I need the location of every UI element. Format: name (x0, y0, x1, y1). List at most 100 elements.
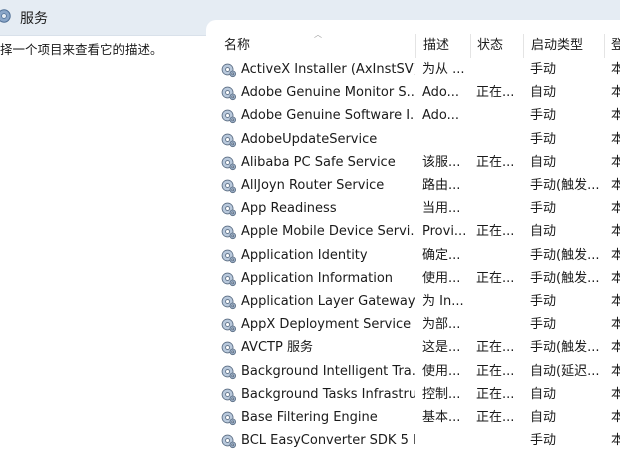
service-startup-type: 手动 (530, 317, 557, 333)
service-logon: 本 (611, 270, 620, 286)
service-row[interactable]: AllJoyn Router Service 路由... 手动(触发... 本 (206, 174, 620, 197)
service-gear-icon (221, 341, 237, 356)
service-logon: 本 (611, 433, 620, 449)
service-logon: 本 (611, 85, 620, 101)
service-startup-type: 自动 (530, 85, 557, 101)
service-status (476, 313, 522, 336)
column-header-description[interactable]: 描述 (423, 34, 467, 58)
service-name: Adobe Genuine Monitor S... (241, 85, 415, 101)
service-status (476, 104, 522, 127)
service-startup-type: 手动(触发... (530, 270, 600, 286)
service-startup-type: 自动 (530, 224, 557, 240)
service-name: Alibaba PC Safe Service (241, 154, 396, 170)
service-description: Provi... (422, 224, 467, 240)
service-logon: 本 (611, 178, 620, 193)
service-logon: 本 (611, 386, 620, 402)
service-name: AppX Deployment Service ... (241, 317, 415, 333)
service-description: 这是... (422, 340, 461, 356)
service-startup-type: 手动(触发... (530, 247, 600, 263)
service-name: App Readiness (241, 201, 337, 217)
service-row[interactable]: AVCTP 服务 这是... 正在... 手动(触发... 本 (206, 336, 620, 359)
services-gear-icon (0, 9, 11, 23)
service-row[interactable]: App Readiness 当用... 手动 本 (206, 197, 620, 220)
service-row[interactable]: Application Information 使用... 正在... 手动(触发..… (206, 267, 620, 290)
service-logon: 本 (611, 201, 620, 217)
service-row[interactable]: Alibaba PC Safe Service 该服... 正在... 自动 本 (206, 151, 620, 174)
service-description: 为从 ... (422, 62, 465, 77)
service-startup-type: 手动 (530, 62, 557, 77)
service-row[interactable]: Application Layer Gateway ... 为 In... 手动 本 (206, 290, 620, 313)
service-status: 正在... (476, 410, 515, 425)
column-header-startup-type[interactable]: 启动类型 (531, 34, 597, 58)
service-logon: 本 (611, 131, 620, 147)
service-startup-type: 自动 (530, 410, 557, 425)
service-startup-type: 手动 (530, 131, 557, 147)
service-logon: 本 (611, 410, 620, 425)
service-logon: 本 (611, 224, 620, 240)
service-logon: 本 (611, 294, 620, 309)
service-name: Application Identity (241, 247, 368, 263)
service-gear-icon (221, 434, 237, 449)
service-startup-type: 自动 (530, 386, 557, 402)
service-status (476, 197, 522, 220)
service-row[interactable]: Background Intelligent Tra... 使用... 正在... 自… (206, 360, 620, 383)
service-gear-icon (221, 318, 237, 333)
service-gear-icon (221, 365, 237, 379)
service-description: 为 In... (422, 294, 464, 309)
service-row[interactable]: AdobeUpdateService 手动 本 (206, 128, 620, 151)
column-header-logon[interactable]: 登 (611, 34, 620, 58)
service-gear-icon (221, 295, 237, 310)
service-name: BCL EasyConverter SDK 5 L... (241, 433, 415, 449)
service-gear-icon (221, 202, 237, 217)
service-status (476, 429, 522, 452)
service-name: ActiveX Installer (AxInstSV) (241, 62, 415, 77)
service-description: Ado... (422, 108, 460, 124)
service-description: 控制... (422, 386, 461, 402)
service-row[interactable]: Adobe Genuine Software I... Ado... 手动 本 (206, 104, 620, 127)
service-status (476, 58, 522, 81)
service-gear-icon (221, 411, 237, 426)
service-row[interactable]: Application Identity 确定... 手动(触发... 本 (206, 244, 620, 267)
service-startup-type: 手动 (530, 294, 557, 309)
service-logon: 本 (611, 62, 620, 77)
service-name: AllJoyn Router Service (241, 178, 385, 193)
column-header-name[interactable]: 名称 (224, 34, 404, 58)
service-row[interactable]: Apple Mobile Device Servi... Provi... 正在..… (206, 220, 620, 243)
column-header-status[interactable]: 状态 (477, 34, 521, 58)
window-title: 服务 (20, 11, 48, 27)
service-startup-type: 手动(触发... (530, 178, 600, 193)
service-row[interactable]: AppX Deployment Service ... 为部... 手动 本 (206, 313, 620, 336)
service-gear-icon (221, 109, 237, 124)
service-description: 使用... (422, 363, 461, 379)
service-name: Apple Mobile Device Servi... (241, 224, 415, 240)
service-gear-icon (221, 179, 237, 194)
service-startup-type: 手动(触发... (530, 340, 600, 356)
service-name: Application Information (241, 270, 394, 286)
service-description (422, 429, 468, 452)
service-row[interactable]: ActiveX Installer (AxInstSV) 为从 ... 手动 本 (206, 58, 620, 81)
service-logon: 本 (611, 317, 620, 333)
service-logon: 本 (611, 108, 620, 124)
service-row[interactable]: BCL EasyConverter SDK 5 L... 手动 本 (206, 429, 620, 452)
service-name: AVCTP 服务 (241, 340, 313, 356)
service-row[interactable]: Base Filtering Engine 基本... 正在... 自动 本 (206, 406, 620, 429)
service-status: 正在... (476, 224, 515, 240)
service-status: 正在... (476, 386, 515, 402)
service-name: Background Tasks Infrastru... (241, 386, 415, 402)
service-description: Ado... (422, 85, 460, 101)
description-text: 择一个项目来查看它的描述。 (0, 42, 163, 57)
service-name: Application Layer Gateway ... (241, 294, 415, 309)
service-name: Base Filtering Engine (241, 410, 378, 425)
service-row[interactable]: Background Tasks Infrastru... 控制... 正在... 自… (206, 383, 620, 406)
service-gear-icon (221, 63, 237, 78)
service-row[interactable]: Adobe Genuine Monitor S... Ado... 正在... 自动 本 (206, 81, 620, 104)
service-name: Background Intelligent Tra... (241, 363, 415, 379)
service-description (422, 128, 468, 151)
service-description: 当用... (422, 201, 461, 217)
service-gear-icon (221, 156, 237, 170)
service-gear-icon (221, 249, 237, 263)
service-description: 确定... (422, 247, 461, 263)
service-gear-icon (221, 272, 237, 286)
service-status: 正在... (476, 85, 515, 101)
service-status (476, 244, 522, 267)
